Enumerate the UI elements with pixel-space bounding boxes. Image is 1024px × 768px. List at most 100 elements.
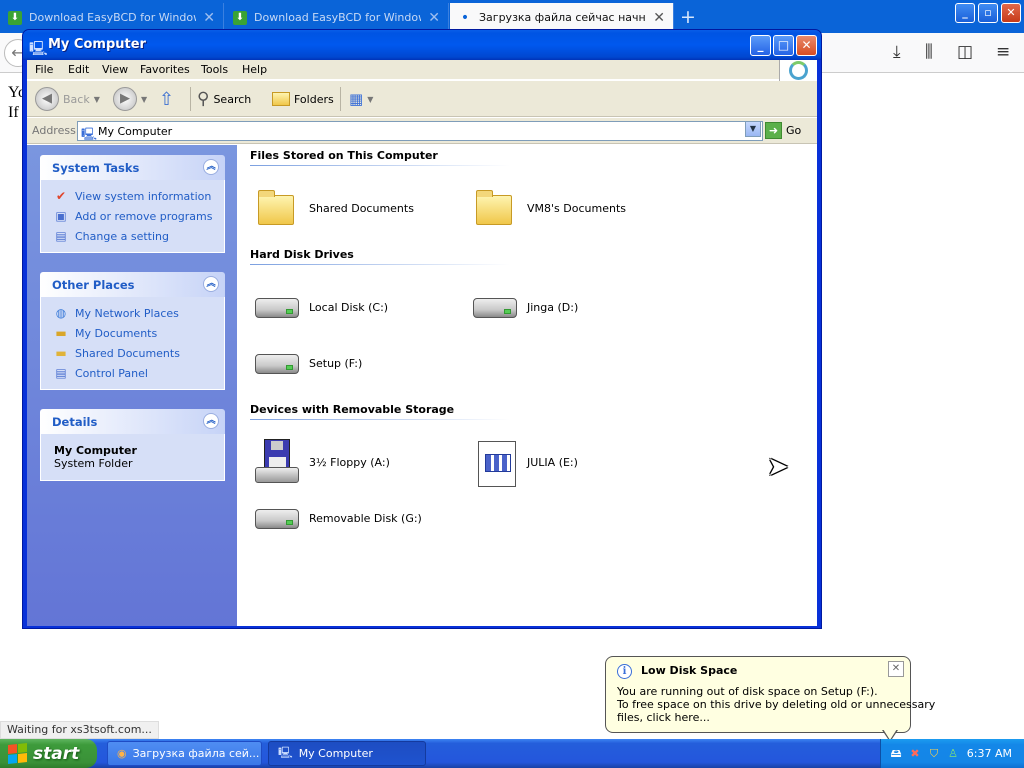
windows-logo-icon: [779, 60, 817, 81]
new-tab-icon[interactable]: +: [680, 6, 696, 28]
menu-favorites[interactable]: Favorites: [140, 63, 190, 76]
hard-drive-icon: [472, 284, 518, 332]
sidebar-icon[interactable]: ◫: [957, 42, 973, 62]
details-header[interactable]: Details ︽: [40, 409, 225, 434]
place-control-panel[interactable]: ▤ Control Panel: [53, 363, 224, 383]
task-label: View system information: [75, 189, 212, 203]
task-label: Change a setting: [75, 229, 169, 243]
address-input[interactable]: 🖳 My Computer: [77, 121, 763, 141]
item-local-disk-c[interactable]: Local Disk (C:): [254, 284, 454, 332]
address-dropdown-button[interactable]: ▼: [745, 121, 761, 137]
item-vm8-documents[interactable]: VM8's Documents: [472, 185, 672, 233]
place-label: Control Panel: [75, 366, 148, 380]
taskbar-button-my-computer[interactable]: 🖳 My Computer: [268, 741, 426, 766]
browser-tab-1[interactable]: ⬇ Download EasyBCD for Windows 1 ✕: [0, 3, 224, 32]
up-button[interactable]: ⇧: [159, 87, 174, 111]
place-my-network-places[interactable]: ◍ My Network Places: [53, 303, 224, 323]
item-removable-disk-g[interactable]: Removable Disk (G:): [254, 495, 454, 543]
browser-close-button[interactable]: ✕: [1001, 3, 1021, 23]
close-tab-icon[interactable]: ✕: [653, 10, 665, 26]
menu-icon[interactable]: ≡: [996, 42, 1010, 62]
programs-icon: ▣: [55, 209, 67, 223]
item-label: Setup (F:): [309, 357, 363, 370]
browser-tab-1-title: Download EasyBCD for Windows 1: [29, 11, 196, 24]
go-label: Go: [786, 124, 802, 137]
collapse-icon[interactable]: ︽: [203, 159, 219, 175]
close-tab-icon[interactable]: ✕: [428, 10, 440, 26]
item-label: Removable Disk (G:): [309, 512, 422, 525]
item-floppy-a[interactable]: 3½ Floppy (A:): [254, 439, 454, 487]
menu-view[interactable]: View: [102, 63, 128, 76]
my-computer-icon: 🖳: [29, 41, 48, 57]
firefox-icon: ◉: [117, 747, 127, 760]
menu-help[interactable]: Help: [242, 63, 267, 76]
window-title: My Computer: [48, 37, 146, 52]
group-divider: [250, 264, 510, 265]
start-button[interactable]: start: [0, 739, 97, 768]
balloon-close-button[interactable]: ✕: [888, 661, 904, 677]
network-disconnected-icon[interactable]: ✖: [908, 747, 922, 761]
low-disk-space-balloon[interactable]: i Low Disk Space ✕ You are running out o…: [605, 656, 935, 742]
details-title: Details: [52, 415, 98, 429]
collapse-icon[interactable]: ︽: [203, 276, 219, 292]
my-computer-icon: 🖳: [278, 746, 293, 759]
go-button[interactable]: ➜ Go: [765, 122, 801, 139]
clock[interactable]: 6:37 AM: [967, 747, 1012, 760]
forward-arrow-icon: ▶: [113, 87, 137, 111]
search-button[interactable]: ⚲ Search: [197, 87, 251, 111]
minimize-button[interactable]: _: [750, 35, 771, 56]
low-disk-warning-icon[interactable]: 🖴: [889, 747, 903, 761]
group-files-header: Files Stored on This Computer: [250, 149, 438, 162]
taskbar-button-firefox[interactable]: ◉ Загрузка файла сей...: [107, 741, 262, 766]
menu-tools[interactable]: Tools: [201, 63, 228, 76]
item-shared-documents[interactable]: Shared Documents: [254, 185, 454, 233]
item-label: JULIA (E:): [527, 456, 578, 469]
views-button[interactable]: ▦ ▼: [349, 87, 373, 111]
details-body: My Computer System Folder: [40, 434, 225, 481]
security-shield-icon[interactable]: ⛉: [927, 747, 941, 761]
browser-tab-2[interactable]: ⬇ Download EasyBCD for Windows 1 ✕: [225, 3, 449, 32]
safely-remove-hardware-icon[interactable]: ♙: [946, 747, 960, 761]
place-shared-documents[interactable]: ▬ Shared Documents: [53, 343, 224, 363]
folders-icon: [272, 92, 290, 106]
system-tasks-body: ✔ View system information ▣ Add or remov…: [40, 180, 225, 253]
browser-tab-3-active[interactable]: • Загрузка файла сейчас начнется ✕: [450, 3, 674, 32]
folders-button[interactable]: Folders: [272, 87, 334, 111]
browser-maximize-button[interactable]: ▫: [978, 3, 998, 23]
folder-icon: [472, 185, 518, 233]
back-button[interactable]: ◀ Back ▼: [35, 87, 100, 111]
other-places-header[interactable]: Other Places ︽: [40, 272, 225, 297]
item-setup-f[interactable]: Setup (F:): [254, 340, 454, 388]
browser-tab-2-title: Download EasyBCD for Windows 1: [254, 11, 421, 24]
item-julia-e[interactable]: JULIA (E:): [472, 439, 672, 487]
back-label: Back: [63, 92, 90, 106]
system-tray: 🖴 ✖ ⛉ ♙ 6:37 AM: [880, 739, 1024, 768]
taskbar-button-label: Загрузка файла сей...: [132, 747, 260, 760]
close-tab-icon[interactable]: ✕: [203, 10, 215, 26]
group-divider: [250, 165, 510, 166]
browser-minimize-button[interactable]: _: [955, 3, 975, 23]
menu-edit[interactable]: Edit: [68, 63, 89, 76]
menu-file[interactable]: File: [35, 63, 53, 76]
balloon-line: files, click here...: [617, 711, 710, 724]
title-bar[interactable]: 🖳 My Computer _ □ ✕: [23, 30, 821, 60]
hard-drive-icon: [254, 284, 300, 332]
forward-button[interactable]: ▶ ▼: [113, 87, 147, 111]
item-jinga-d[interactable]: Jinga (D:): [472, 284, 672, 332]
place-my-documents[interactable]: ▬ My Documents: [53, 323, 224, 343]
downloads-icon[interactable]: ⤓: [893, 42, 901, 62]
my-computer-icon: 🖳: [81, 127, 98, 141]
toolbar: ◀ Back ▼ ▶ ▼ ⇧ ⚲ Search Folders ▦ ▼: [27, 81, 817, 117]
window-client: File Edit View Favorites Tools Help ◀ Ba…: [27, 60, 817, 626]
task-view-system-information[interactable]: ✔ View system information: [53, 186, 224, 206]
library-icon[interactable]: ⫼: [925, 42, 933, 62]
loading-dot-icon: •: [460, 9, 470, 26]
maximize-button[interactable]: □: [773, 35, 794, 56]
balloon-line: You are running out of disk space on Set…: [617, 685, 878, 698]
close-button[interactable]: ✕: [796, 35, 817, 56]
collapse-icon[interactable]: ︽: [203, 413, 219, 429]
task-change-setting[interactable]: ▤ Change a setting: [53, 226, 224, 246]
other-places-title: Other Places: [52, 278, 135, 292]
task-add-remove-programs[interactable]: ▣ Add or remove programs: [53, 206, 224, 226]
system-tasks-header[interactable]: System Tasks ︽: [40, 155, 225, 180]
